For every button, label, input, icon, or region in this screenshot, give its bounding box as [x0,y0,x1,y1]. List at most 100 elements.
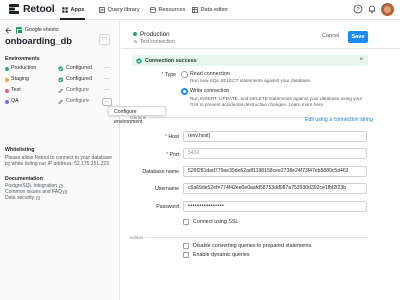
enable-dynamic-queries-label: Enable dynamic queries [193,252,250,258]
close-icon[interactable]: × [359,57,363,63]
env-status: Configure [66,98,89,105]
read-connection-desc: Run new SQL SELECT statements against yo… [190,78,312,83]
pencil-icon [58,88,63,93]
doc-link-data-security[interactable]: Data security [5,195,40,201]
app-name: Retool [23,3,55,15]
env-name: Production [11,65,37,72]
save-button[interactable]: Save [348,31,368,43]
env-status: Configure [66,87,89,94]
password-label: Password [156,204,179,210]
data-editor-icon [192,7,198,13]
nav-data-editor[interactable]: Data editor [192,5,228,15]
nav-resources-label: Resources [158,7,186,13]
nav-query-library[interactable]: Query library [99,5,140,15]
nav-apps[interactable]: Apps [62,5,84,15]
pencil-icon [58,99,63,104]
test-connection-icon[interactable] [133,39,138,44]
resource-sidebar: Google sheets onboarding_db ··· Environm… [0,21,120,300]
user-avatar[interactable] [381,3,394,16]
password-input[interactable]: •••••••••••••••• [183,201,367,212]
check-circle-icon [58,76,64,82]
doc-link-label: Data security [5,195,35,201]
resources-icon [150,7,156,13]
env-status: Configured [66,76,92,83]
env-more-button[interactable]: ··· [102,76,112,84]
env-more-button[interactable]: ··· [102,65,112,73]
current-environment: Production [140,30,170,38]
read-connection-radio[interactable] [181,71,188,78]
database-name-input[interactable]: 526f281dad779ae39de62adf1198158cee2738e2… [183,166,367,177]
admin-heading: Admin [130,235,146,240]
ssl-checkbox[interactable] [183,219,189,225]
port-label-text: Port [169,152,179,158]
external-link-icon [35,195,40,200]
host-label: * Host [140,134,179,140]
env-more-button[interactable]: ··· [102,87,112,95]
whitelisting-heading: Whitelisting [5,147,35,153]
enable-dynamic-queries-checkbox[interactable] [183,252,189,258]
configure-environment-menu-item[interactable]: Configure environment [108,106,166,125]
avatar-face [384,6,391,13]
env-more-button[interactable]: ··· [102,97,112,106]
env-dot [5,77,9,82]
env-name: Test [11,87,21,94]
resource-title: onboarding_db [5,35,72,46]
env-dot [5,99,9,104]
host-label-text: Host [168,134,179,140]
environment-row-qa[interactable]: QA Configure ··· [5,97,112,106]
write-connection-title: Write connection [190,88,230,94]
disable-prepared-statements-checkbox[interactable] [183,243,189,249]
type-label: * Type [150,72,176,78]
test-connection-link[interactable]: Test connection [140,39,175,45]
nav-query-library-label: Query library [107,7,140,13]
env-name: Staging [11,76,29,83]
environment-row-test[interactable]: Test Configure ··· [5,86,111,95]
external-link-icon [63,189,68,194]
env-name: QA [11,98,19,105]
google-sheets-icon [16,27,23,34]
documentation-heading: Documentation [5,176,43,182]
env-dot [133,32,137,36]
environments-heading: Environments [5,56,40,62]
notifications-icon[interactable] [367,4,377,14]
env-dot [5,88,9,93]
env-status: Configured [66,65,92,72]
query-library-icon [99,7,105,13]
header-divider [121,48,400,49]
top-nav: Retool Apps Query library Resources Data… [0,0,400,20]
admin-divider [129,237,368,238]
username-label: Username [155,186,179,192]
host-input[interactable]: {env.host} [183,131,367,142]
source-type: Google sheets [25,27,59,33]
write-connection-desc: Run INSERT, UPDATE, and DELETE statement… [190,96,363,108]
help-icon[interactable]: ? [353,4,363,14]
username-input[interactable]: c6a69de52efe774f42ee0e0aafd58753dd087a75… [183,183,367,194]
port-label: * Port [140,152,179,158]
type-label-text: Type [164,72,176,78]
resource-more-button[interactable]: ··· [99,34,110,45]
database-name-label: Database name [142,169,179,175]
environment-row-production[interactable]: Production Configured ··· [5,64,111,73]
connection-success-banner: Connection success × [132,55,368,66]
port-input[interactable]: 5432 [183,148,367,159]
cancel-button[interactable]: Cancel [322,33,339,39]
banner-text: Connection success [145,57,197,64]
whitelisting-text: Please allow Retool to connect to your d… [5,155,113,168]
environment-row-staging[interactable]: Staging Configured ··· [5,75,111,84]
back-arrow-icon[interactable] [5,27,12,34]
external-link-icon [58,183,63,188]
check-circle-icon [136,57,142,64]
nav-data-editor-label: Data editor [200,7,228,13]
ssl-label: Connect using SSL [193,219,239,225]
write-connection-radio[interactable] [181,88,188,95]
nav-active-indicator [60,18,85,20]
nav-apps-label: Apps [70,7,85,13]
svg-text:?: ? [356,7,359,13]
connection-string-link[interactable]: Edit using a connection string [305,117,373,123]
apps-icon [62,7,68,13]
check-circle-icon [58,65,64,71]
nav-resources[interactable]: Resources [150,5,185,15]
read-connection-title: Read connection [190,71,230,77]
retool-logo-icon [9,4,19,14]
retool-logo[interactable]: Retool [8,3,55,15]
